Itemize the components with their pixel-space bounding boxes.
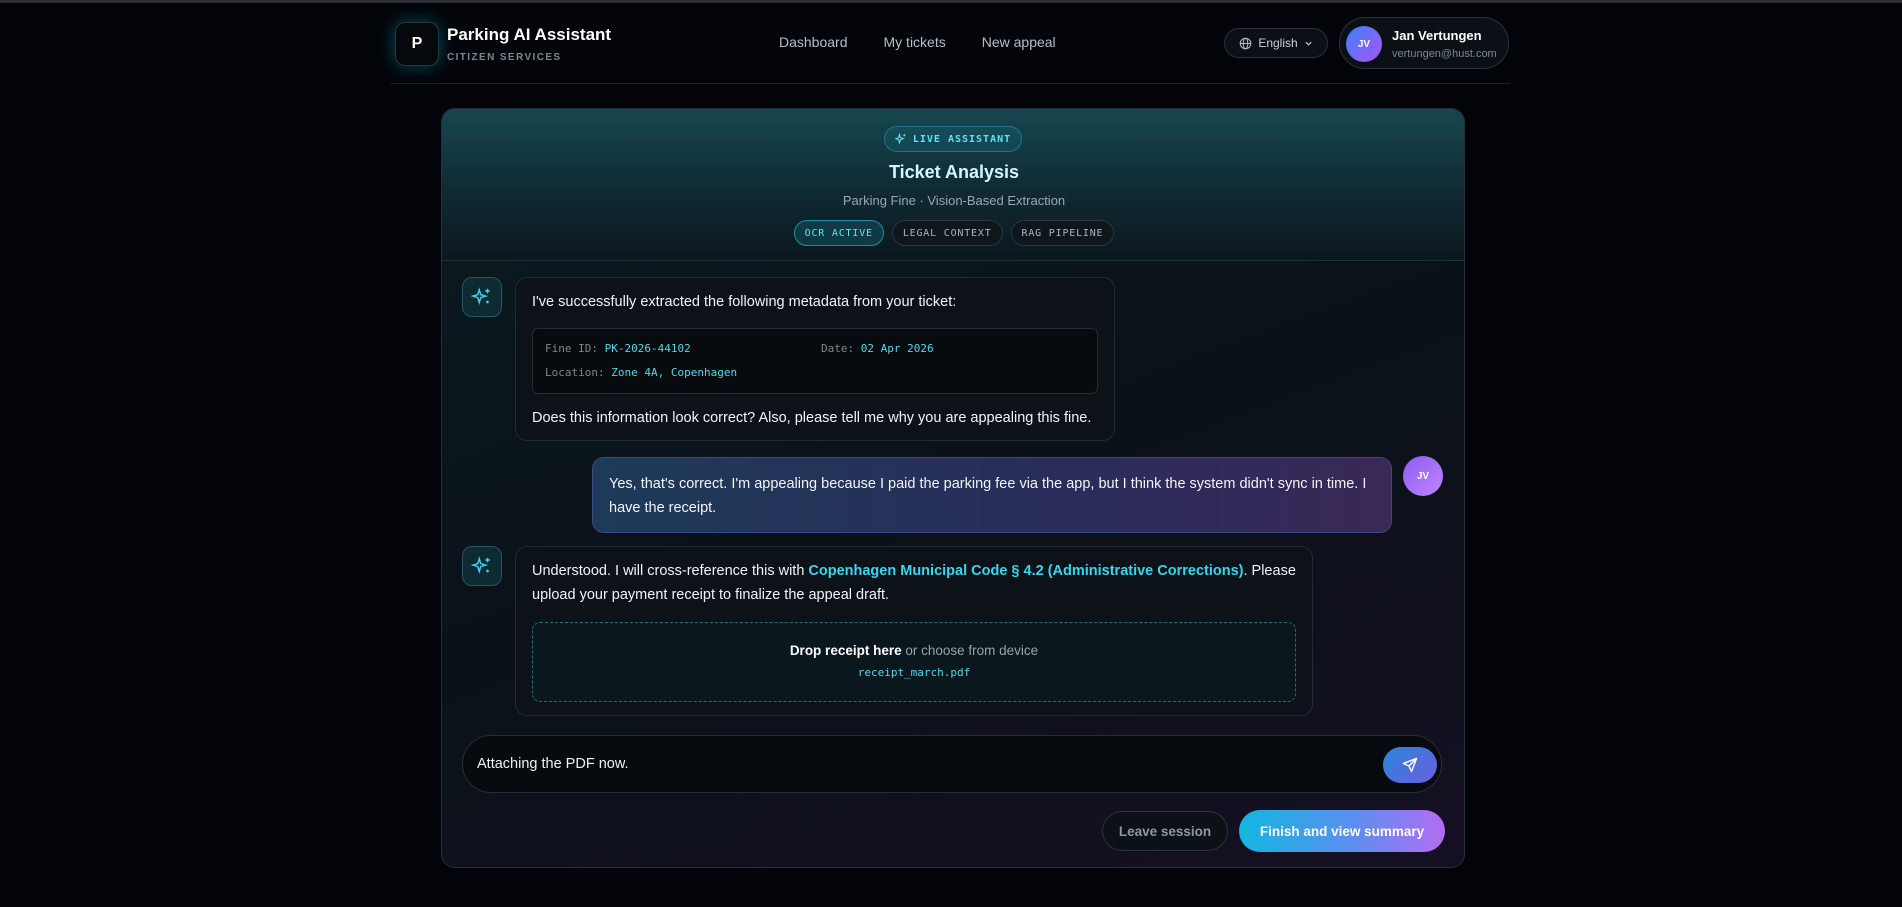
nav-my-tickets[interactable]: My tickets [884,34,946,50]
language-label: English [1258,36,1298,50]
live-assistant-badge: LIVE ASSISTANT [884,126,1022,152]
avatar: JV [1346,26,1382,62]
message-input[interactable] [477,752,1357,776]
pill-ocr-active[interactable]: OCR ACTIVE [793,220,884,246]
brand-subtitle: CITIZEN SERVICES [447,52,562,63]
receipt-dropzone[interactable]: Drop receipt here or choose from device … [532,622,1296,702]
date-row: Date: 02 Apr 2026 [821,342,934,355]
user-message: Yes, that's correct. I'm appealing becau… [592,457,1392,533]
date-value: 02 Apr 2026 [860,342,934,355]
location-row: Location: Zone 4A, Copenhagen [545,366,737,379]
card-header: LIVE ASSISTANT Ticket Analysis Parking F… [442,109,1464,261]
message-text: I've successfully extracted the followin… [532,294,957,310]
leave-session-button[interactable]: Leave session [1102,811,1228,851]
card-subtitle: Parking Fine · Vision-Based Extraction [842,193,1066,208]
message-question: Does this information look correct? Also… [532,410,1092,426]
location-value: Zone 4A, Copenhagen [611,366,738,379]
extracted-metadata: Fine ID: PK-2026-44102 Date: 02 Apr 2026… [532,328,1098,394]
fine-id-row: Fine ID: PK-2026-44102 [545,342,691,355]
dropzone-rest: or choose from device [901,643,1039,658]
assistant-card: LIVE ASSISTANT Ticket Analysis Parking F… [441,108,1465,868]
municipal-code-link[interactable]: Copenhagen Municipal Code § 4.2 (Adminis… [808,563,1243,579]
pill-rag-pipeline[interactable]: RAG PIPELINE [1010,220,1115,246]
card-title: Ticket Analysis [888,162,1020,182]
attached-file-name[interactable]: receipt_march.pdf [533,666,1295,679]
status-pills: OCR ACTIVE LEGAL CONTEXT RAG PIPELINE [442,220,1464,246]
badge-label: LIVE ASSISTANT [912,133,1012,145]
message-text: Understood. I will cross-reference this … [532,559,1302,607]
user-email: vertungen@hust.com [1392,48,1497,60]
user-message-text: Yes, that's correct. I'm appealing becau… [609,476,1367,516]
nav-dashboard[interactable]: Dashboard [779,34,848,50]
fine-id-value: PK-2026-44102 [604,342,691,355]
window-top-border [0,0,1902,3]
user-menu[interactable]: JV Jan Vertungen vertungen@hust.com [1339,17,1509,69]
assistant-avatar [462,546,502,586]
assistant-message: Understood. I will cross-reference this … [515,546,1313,716]
user-name: Jan Vertungen [1392,28,1482,43]
send-button[interactable] [1383,747,1437,783]
language-selector[interactable]: English [1224,28,1328,58]
app-header: P Parking AI Assistant CITIZEN SERVICES … [391,4,1511,84]
location-label: Location: [545,366,605,379]
sparkle-icon [471,287,490,306]
fine-id-label: Fine ID: [545,342,598,355]
nav-new-appeal[interactable]: New appeal [982,34,1056,50]
message-composer [462,735,1442,793]
user-avatar: JV [1403,456,1443,496]
finish-summary-button[interactable]: Finish and view summary [1239,810,1445,852]
date-label: Date: [821,342,855,355]
send-icon [1402,757,1418,773]
app-logo[interactable]: P [395,22,439,66]
pill-legal-context[interactable]: LEGAL CONTEXT [891,220,1003,246]
dropzone-bold: Drop receipt here [789,643,902,658]
chevron-down-icon [1305,41,1312,46]
dropzone-prompt: Drop receipt here or choose from device [533,643,1295,658]
main-nav: Dashboard My tickets New appeal [779,34,1056,50]
assistant-message: I've successfully extracted the followin… [515,277,1115,441]
sparkle-icon [471,556,490,575]
brand-title: Parking AI Assistant [447,25,612,44]
sparkle-icon [894,133,906,145]
assistant-avatar [462,277,502,317]
message-text-part: Understood. I will cross-reference this … [532,563,809,579]
globe-icon [1240,37,1252,49]
logo-letter: P [411,35,423,52]
